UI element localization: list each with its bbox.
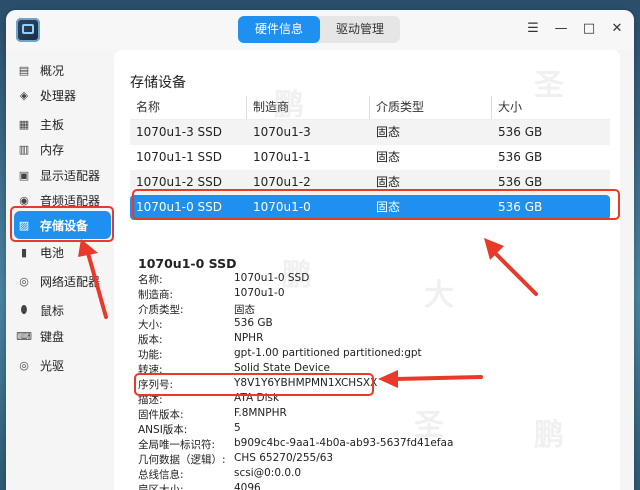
keyboard-icon: ⌨	[16, 329, 32, 343]
detail-value: NPHR	[234, 332, 264, 344]
sidebar-item-keyboard[interactable]: ⌨ 键盘	[16, 325, 104, 347]
detail-row: 名称: 1070u1-0 SSD	[138, 272, 309, 287]
close-icon[interactable]: ✕	[608, 20, 626, 38]
detail-row: 大小: 536 GB	[138, 317, 273, 332]
detail-value: 536 GB	[234, 317, 273, 329]
detail-row: 版本: NPHR	[138, 332, 263, 347]
menu-icon[interactable]: ☰	[524, 20, 542, 38]
detail-value: CHS 65270/255/63	[234, 452, 334, 464]
detail-row: 几何数据（逻辑）: CHS 65270/255/63	[138, 452, 333, 467]
detail-row: 制造商: 1070u1-0	[138, 287, 285, 302]
window-controls: ☰ — □ ✕	[524, 20, 626, 38]
sidebar-item-display-adapter[interactable]: ▣ 显示适配器	[18, 164, 104, 186]
column-header-size[interactable]: 大小	[492, 96, 610, 119]
detail-key: 版本:	[138, 334, 163, 346]
watermark-char: 鹏	[534, 418, 564, 453]
cell-name: 1070u1-1 SSD	[136, 150, 223, 164]
detail-value: 5	[234, 422, 241, 434]
detail-title: 1070u1-0 SSD	[138, 256, 237, 271]
titlebar: 硬件信息 驱动管理 ☰ — □ ✕	[6, 10, 634, 50]
tab-hardware-info[interactable]: 硬件信息	[238, 16, 320, 43]
column-header-vendor[interactable]: 制造商	[247, 96, 370, 119]
detail-key: 全局唯一标识符:	[138, 439, 216, 451]
motherboard-icon: ▦	[18, 117, 30, 131]
detail-key: 大小:	[138, 319, 163, 331]
minimize-icon[interactable]: —	[552, 20, 570, 38]
sidebar-item-label: 电池	[40, 245, 65, 260]
detail-value: 1070u1-0	[234, 287, 285, 299]
tab-driver-management[interactable]: 驱动管理	[320, 16, 400, 43]
overview-icon: ▤	[18, 63, 30, 77]
sidebar-item-memory[interactable]: ▥ 内存	[18, 138, 104, 160]
cell-size: 536 GB	[498, 125, 543, 139]
sidebar-item-label: 内存	[40, 142, 65, 157]
sidebar-item-optical-drive[interactable]: ◎ 光驱	[18, 354, 104, 376]
memory-icon: ▥	[18, 142, 30, 156]
detail-value: F.8MNPHR	[234, 407, 287, 419]
sidebar-item-label: 光驱	[40, 358, 65, 373]
annotation-box-selected-row	[132, 189, 620, 220]
cpu-icon: ◈	[19, 88, 29, 102]
battery-icon: ▮	[20, 245, 28, 259]
detail-key: 几何数据（逻辑）:	[138, 454, 226, 466]
sidebar-item-label: 显示适配器	[40, 168, 101, 183]
detail-row: 功能: gpt-1.00 partitioned partitioned:gpt	[138, 347, 422, 362]
cell-media-type: 固态	[376, 150, 401, 164]
detail-key: 制造商:	[138, 289, 174, 301]
detail-key: 扇区大小:	[138, 484, 184, 490]
sidebar-item-overview[interactable]: ▤ 概况	[18, 59, 104, 81]
table-header: 名称 制造商 介质类型 大小	[130, 96, 610, 120]
sidebar-item-motherboard[interactable]: ▦ 主板	[18, 113, 104, 135]
network-icon: ◎	[19, 274, 29, 288]
detail-row: 固件版本: F.8MNPHR	[138, 407, 287, 422]
detail-value: 1070u1-0 SSD	[234, 272, 310, 284]
detail-key: 总线信息:	[138, 469, 184, 481]
detail-value: 固态	[234, 304, 255, 316]
maximize-icon[interactable]: □	[580, 20, 598, 38]
cell-size: 536 GB	[498, 150, 543, 164]
detail-key: 名称:	[138, 274, 163, 286]
cell-name: 1070u1-3 SSD	[136, 125, 223, 139]
detail-value: gpt-1.00 partitioned partitioned:gpt	[234, 347, 422, 359]
detail-key: 功能:	[138, 349, 163, 361]
cell-media-type: 固态	[376, 125, 401, 139]
annotation-arrow-row	[484, 238, 538, 296]
annotation-box-serial	[134, 373, 374, 396]
detail-row: 介质类型: 固态	[138, 302, 255, 317]
sidebar-item-label: 键盘	[40, 329, 65, 344]
page-title: 存储设备	[130, 75, 186, 91]
audio-icon: ◉	[19, 193, 29, 207]
top-tabs: 硬件信息 驱动管理	[238, 16, 400, 43]
detail-value: 4096	[234, 482, 261, 490]
detail-key: 介质类型:	[138, 304, 184, 316]
table-row[interactable]: 1070u1-1 SSD 1070u1-1 固态 536 GB	[130, 145, 610, 170]
display-adapter-icon: ▣	[18, 168, 30, 182]
sidebar-item-label: 概况	[40, 63, 65, 78]
sidebar-item-label: 处理器	[40, 88, 77, 103]
sidebar-item-label: 主板	[40, 117, 65, 132]
detail-row: ANSI版本: 5	[138, 422, 241, 437]
detail-row: 总线信息: scsi@0:0.0.0	[138, 467, 301, 482]
table-row[interactable]: 1070u1-3 SSD 1070u1-3 固态 536 GB	[130, 120, 610, 145]
column-header-media-type[interactable]: 介质类型	[370, 96, 492, 119]
annotation-arrow-serial	[378, 370, 483, 388]
detail-row: 扇区大小: 4096	[138, 482, 261, 490]
device-manager-window: 硬件信息 驱动管理 ☰ — □ ✕ ▤ 概况 ◈ 处理器 ▦ 主板 ▥ 内存 ▣ 显示适配…	[6, 10, 634, 490]
watermark-char: 大	[424, 278, 454, 313]
detail-key: ANSI版本:	[138, 424, 188, 436]
column-header-name[interactable]: 名称	[130, 96, 247, 119]
cell-vendor: 1070u1-1	[253, 150, 311, 164]
app-icon	[16, 18, 40, 42]
detail-row: 全局唯一标识符: b909c4bc-9aa1-4b0a-ab93-5637fd41…	[138, 437, 453, 452]
cell-vendor: 1070u1-3	[253, 125, 311, 139]
annotation-arrow-sidebar	[78, 239, 108, 319]
optical-drive-icon: ◎	[19, 358, 29, 372]
sidebar-item-label: 鼠标	[40, 303, 65, 318]
detail-key: 固件版本:	[138, 409, 184, 421]
mouse-icon: ⬮	[20, 303, 28, 316]
sidebar-item-cpu[interactable]: ◈ 处理器	[18, 84, 104, 106]
detail-value: b909c4bc-9aa1-4b0a-ab93-5637fd41efaa	[234, 437, 454, 449]
detail-value: scsi@0:0.0.0	[234, 467, 302, 479]
